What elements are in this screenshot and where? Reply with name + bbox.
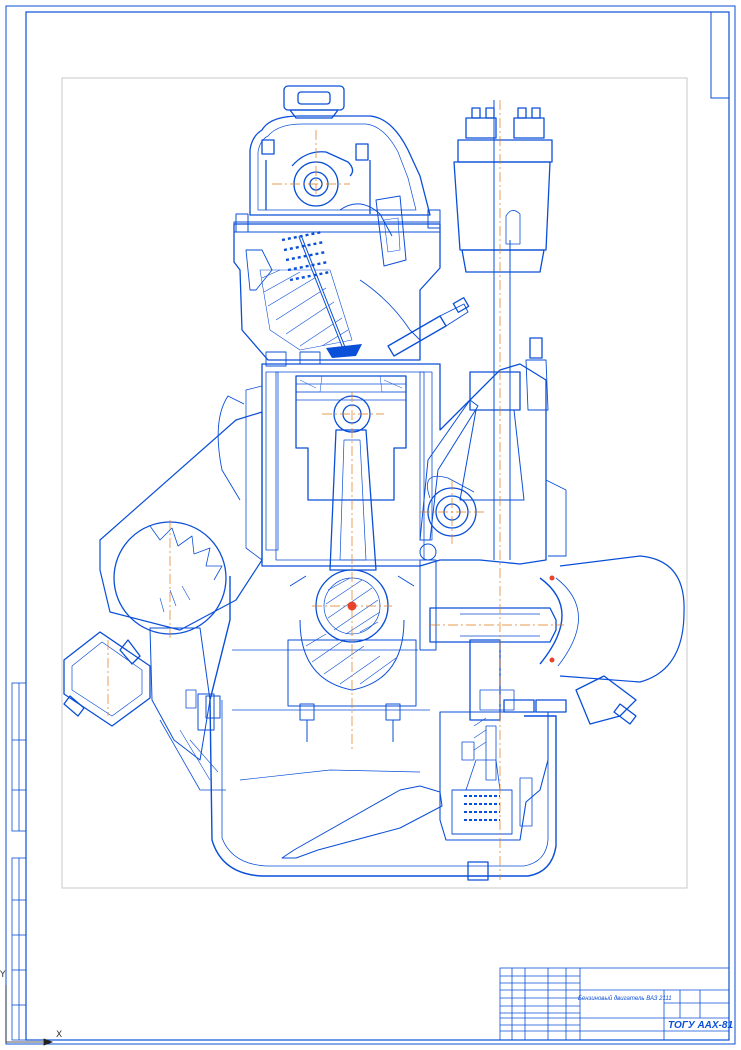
top-right-stamp [710,11,730,99]
crank-pin-mark [347,601,357,611]
engine-drawing-sheet [5,5,736,1046]
axis-indicator [5,985,54,1046]
inner-border [25,11,730,1041]
x-axis-label: X [56,1030,63,1040]
drawing-area-frame [61,77,688,889]
distributor [453,100,553,560]
valve-assembly [281,203,393,358]
oil-pickup [281,785,443,859]
left-engine-mount [63,631,151,727]
crankshaft-pulley [429,555,685,683]
oil-filler-cap [283,85,345,119]
drawing-title: Бензиновый двигатель ВАЗ 2111 [578,996,672,1002]
oil-pump-drive [459,337,567,557]
y-axis-label: Y [0,970,6,980]
right-engine-mount [575,675,637,725]
oil-pan [209,576,557,877]
camshaft [291,151,354,207]
spark-plug [387,297,470,357]
piston [295,375,407,501]
left-side-stamp [11,682,27,1041]
oil-channel-mark-lower [549,657,555,663]
drawing-designation: ТОГУ ААХ-81 [668,1020,734,1031]
flywheel [99,411,263,635]
cylinder-block [261,363,547,567]
oil-channel-mark [549,575,555,581]
engine-cross-section [63,85,685,881]
